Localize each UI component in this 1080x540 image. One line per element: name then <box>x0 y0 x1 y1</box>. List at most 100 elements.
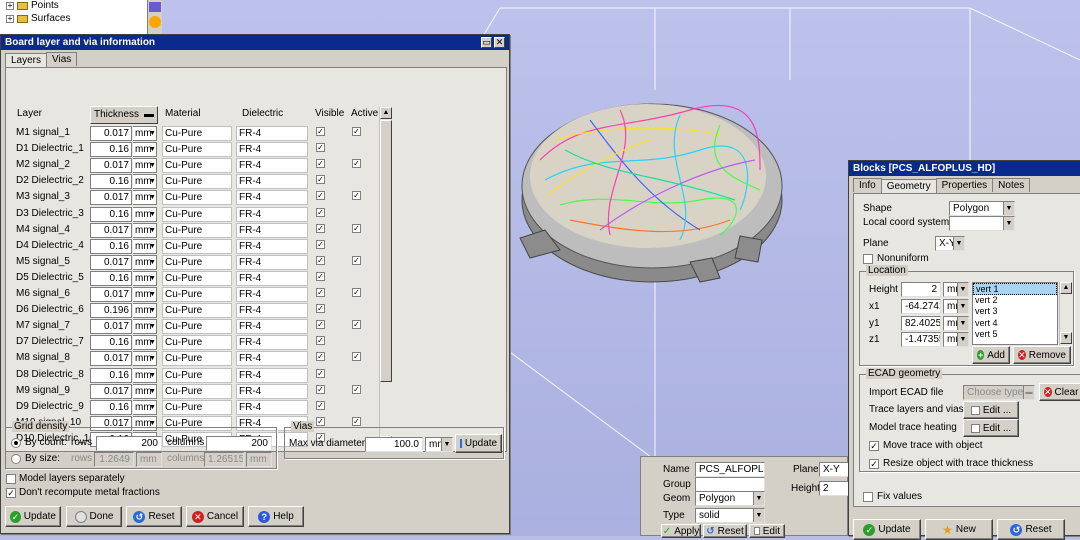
vias-update-button[interactable]: Update <box>455 434 502 453</box>
thickness-unit-select[interactable]: mm▼ <box>133 222 157 238</box>
scroll-up-icon[interactable]: ▲ <box>380 107 392 119</box>
by-size-radio[interactable] <box>11 454 21 464</box>
thickness-unit-select[interactable]: mm▼ <box>133 254 157 270</box>
visible-checkbox[interactable]: ✓ <box>314 142 325 157</box>
board-reset-button[interactable]: ↺ Reset <box>126 506 182 527</box>
board-update-button[interactable]: ✓ Update <box>5 506 61 527</box>
material-field[interactable]: Cu-Pure <box>162 158 232 174</box>
tab-geometry[interactable]: Geometry <box>880 179 937 194</box>
board-dialog-titlebar[interactable]: Board layer and via information ▭ ✕ <box>1 35 509 50</box>
active-checkbox[interactable]: ✓ <box>350 158 361 173</box>
table-row[interactable]: M2 signal_2 0.017 mm ▼ Cu-Pure FR-4 ✓ ✓ <box>11 158 381 174</box>
rows-input[interactable]: 200 <box>96 436 162 451</box>
dielectric-field[interactable]: FR-4 <box>236 319 308 335</box>
table-row[interactable]: M7 signal_7 0.017 mm ▼ Cu-Pure FR-4 ✓ ✓ <box>11 319 381 335</box>
thickness-unit-select[interactable]: mm▼ <box>133 351 157 367</box>
visible-checkbox[interactable]: ✓ <box>314 384 325 399</box>
active-checkbox[interactable]: ✓ <box>350 319 361 334</box>
table-row[interactable]: M4 signal_4 0.017 mm ▼ Cu-Pure FR-4 ✓ ✓ <box>11 222 381 239</box>
by-count-radio[interactable] <box>11 438 21 448</box>
thickness-input[interactable]: 0.16 <box>90 174 132 190</box>
geom-select[interactable]: Polygon ▼ <box>695 491 765 506</box>
tab-properties[interactable]: Properties <box>935 178 994 192</box>
thickness-unit-select[interactable]: mm▼ <box>133 303 157 319</box>
sort-dropdown-icon[interactable]: ▬ <box>144 109 154 120</box>
blocks-reset-button[interactable]: ↺ Reset <box>997 519 1065 540</box>
dielectric-field[interactable]: FR-4 <box>236 383 308 399</box>
dielectric-field[interactable]: FR-4 <box>236 238 308 254</box>
visible-checkbox[interactable]: ✓ <box>314 223 325 238</box>
dielectric-field[interactable]: FR-4 <box>236 190 308 206</box>
nonuniform-checkbox[interactable] <box>863 254 873 264</box>
height-input[interactable]: 2 <box>819 481 849 496</box>
add-vertex-button[interactable]: + Add <box>972 346 1010 364</box>
dielectric-field[interactable]: FR-4 <box>236 174 308 190</box>
blocks-dialog-titlebar[interactable]: Blocks [PCS_ALFOPLUS_HD] <box>849 161 1080 176</box>
table-row[interactable]: D8 Dielectric_8 0.16 mm ▼ Cu-Pure FR-4 ✓ <box>11 367 381 384</box>
fix-values-checkbox[interactable] <box>863 492 873 502</box>
visible-checkbox[interactable]: ✓ <box>314 158 325 173</box>
thickness-unit-select[interactable]: mm▼ <box>133 174 157 190</box>
edit-trace-layers-button[interactable]: Edit ... <box>963 401 1019 419</box>
tree-item-surfaces[interactable]: + Surfaces <box>6 13 70 24</box>
z1-input[interactable]: -1.47355 <box>901 332 941 347</box>
vertex-item[interactable]: vert 2 <box>973 295 1057 307</box>
toolbar-icon-1[interactable] <box>149 2 161 12</box>
blocks-new-button[interactable]: ★ New <box>925 519 993 540</box>
visible-checkbox[interactable]: ✓ <box>314 255 325 270</box>
dielectric-field[interactable]: FR-4 <box>236 351 308 367</box>
active-checkbox[interactable]: ✓ <box>350 190 361 205</box>
active-checkbox[interactable]: ✓ <box>350 126 361 141</box>
max-via-unit-select[interactable]: mm ▼ <box>425 437 453 452</box>
material-field[interactable]: Cu-Pure <box>162 351 232 367</box>
toolbar-icon-2[interactable] <box>149 16 161 28</box>
tree-item-points[interactable]: + Points <box>6 0 59 11</box>
clear-ecad-button[interactable]: ✕ Clear <box>1039 383 1080 401</box>
scroll-up-icon[interactable]: ▲ <box>1060 282 1072 294</box>
active-checkbox[interactable]: ✓ <box>350 255 361 270</box>
table-row[interactable]: D7 Dielectric_7 0.16 mm ▼ Cu-Pure FR-4 ✓ <box>11 335 381 351</box>
x1-unit[interactable]: mm ▼ <box>943 299 969 314</box>
scroll-down-icon[interactable]: ▼ <box>1060 332 1072 344</box>
type-select[interactable]: solid ▼ <box>695 508 765 523</box>
dielectric-field[interactable]: FR-4 <box>236 399 308 415</box>
visible-checkbox[interactable]: ✓ <box>314 287 325 302</box>
material-field[interactable]: Cu-Pure <box>162 126 232 141</box>
tab-notes[interactable]: Notes <box>992 178 1031 192</box>
thickness-input[interactable]: 0.017 <box>90 190 132 206</box>
visible-checkbox[interactable]: ✓ <box>314 207 325 222</box>
active-checkbox[interactable]: ✓ <box>350 351 361 366</box>
columns-input[interactable]: 200 <box>206 436 272 451</box>
thickness-input[interactable]: 0.017 <box>90 222 132 238</box>
dielectric-field[interactable]: FR-4 <box>236 126 308 141</box>
material-field[interactable]: Cu-Pure <box>162 222 232 238</box>
thickness-unit-select[interactable]: mm▼ <box>133 335 157 351</box>
thickness-unit-select[interactable]: mm▼ <box>133 270 157 286</box>
layer-table-scrollbar[interactable]: ▲ ▼ <box>379 107 392 449</box>
dielectric-field[interactable]: FR-4 <box>236 367 308 383</box>
thickness-unit-select[interactable]: mm▼ <box>133 319 157 335</box>
thickness-input[interactable]: 0.196 <box>90 303 132 319</box>
table-row[interactable]: D5 Dielectric_5 0.16 mm ▼ Cu-Pure FR-4 ✓ <box>11 270 381 287</box>
material-field[interactable]: Cu-Pure <box>162 399 232 415</box>
x1-input[interactable]: -64.2741 <box>901 299 941 314</box>
table-row[interactable]: D9 Dielectric_9 0.16 mm ▼ Cu-Pure FR-4 ✓ <box>11 399 381 416</box>
material-field[interactable]: Cu-Pure <box>162 287 232 302</box>
expand-icon[interactable]: + <box>6 1 14 10</box>
board-help-button[interactable]: ? Help <box>248 506 304 527</box>
visible-checkbox[interactable]: ✓ <box>314 239 325 254</box>
thickness-input[interactable]: 0.017 <box>90 126 132 141</box>
thickness-unit-select[interactable]: mm▼ <box>133 383 157 399</box>
thickness-unit-select[interactable]: mm▼ <box>133 158 157 174</box>
z1-unit[interactable]: mm ▼ <box>943 332 969 347</box>
dielectric-field[interactable]: FR-4 <box>236 158 308 174</box>
material-field[interactable]: Cu-Pure <box>162 190 232 206</box>
col-header-thickness[interactable]: Thickness ▬ <box>90 106 158 124</box>
table-row[interactable]: D3 Dielectric_3 0.16 mm ▼ Cu-Pure FR-4 ✓ <box>11 206 381 223</box>
thickness-unit-select[interactable]: mm▼ <box>133 287 157 302</box>
dielectric-field[interactable]: FR-4 <box>236 335 308 351</box>
material-field[interactable]: Cu-Pure <box>162 238 232 254</box>
tab-vias[interactable]: Vias <box>46 52 78 66</box>
visible-checkbox[interactable]: ✓ <box>314 174 325 189</box>
thickness-unit-select[interactable]: mm▼ <box>133 367 157 383</box>
